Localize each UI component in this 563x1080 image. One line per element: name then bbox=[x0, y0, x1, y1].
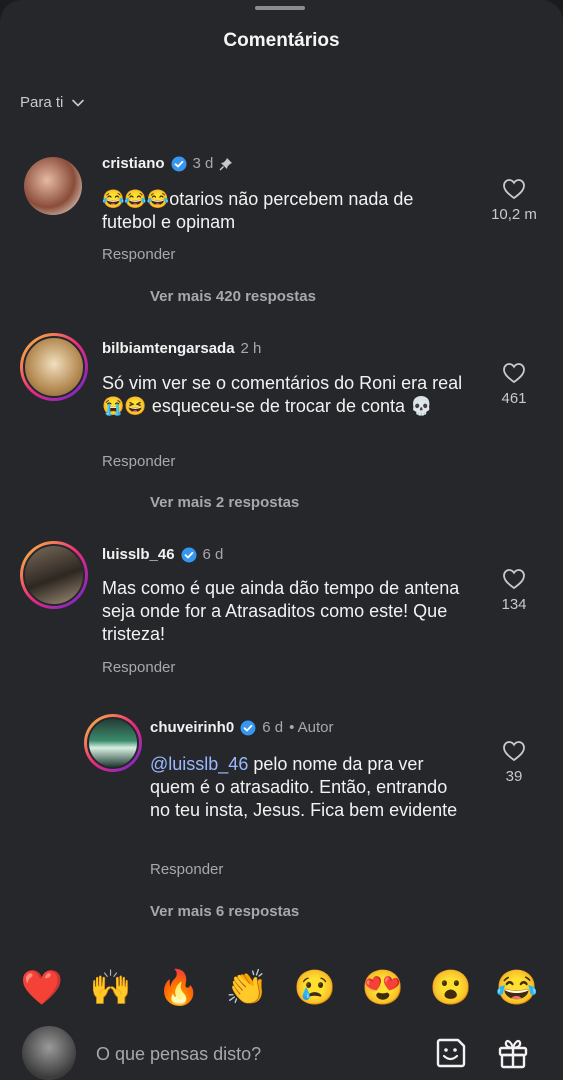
avatar[interactable] bbox=[20, 333, 88, 401]
avatar bbox=[22, 1026, 76, 1080]
emoji-reaction-bar: ❤️ 🙌 🔥 👏 😢 😍 😮 😂 bbox=[0, 966, 563, 1012]
sticker-icon[interactable] bbox=[432, 1034, 470, 1072]
emoji-raised-hands-button[interactable]: 🙌 bbox=[88, 966, 134, 1010]
view-more-replies-button[interactable]: Ver mais 420 respostas bbox=[150, 288, 316, 305]
comment-time: 3 d bbox=[192, 155, 214, 172]
comment-text: Só vim ver se o comentários do Roni era … bbox=[102, 373, 463, 416]
emoji-heart-button[interactable]: ❤️ bbox=[19, 966, 65, 1010]
view-more-replies-button[interactable]: Ver mais 6 respostas bbox=[150, 903, 299, 920]
comment-text: Mas como é que ainda dão tempo de antena… bbox=[102, 578, 460, 644]
comment-text: 😂😂😂otarios não percebem nada de futebol … bbox=[102, 189, 414, 232]
heart-icon bbox=[503, 741, 525, 762]
comment-text: @luisslb_46 pelo nome da pra ver quem é … bbox=[150, 754, 458, 820]
heart-icon bbox=[503, 569, 525, 590]
like-button[interactable]: 39 bbox=[484, 740, 544, 785]
emoji-crying-button[interactable]: 😢 bbox=[292, 966, 338, 1010]
reply-button[interactable]: Responder bbox=[102, 453, 175, 470]
mention-link[interactable]: @luisslb_46 bbox=[150, 754, 248, 774]
gift-icon[interactable] bbox=[494, 1034, 532, 1072]
comment-composer: O que pensas disto? bbox=[0, 1024, 563, 1080]
chevron-down-icon bbox=[72, 99, 85, 106]
emoji-surprised-button[interactable]: 😮 bbox=[428, 966, 474, 1010]
avatar[interactable] bbox=[20, 541, 88, 609]
like-button[interactable]: 134 bbox=[484, 568, 544, 613]
view-more-replies-button[interactable]: Ver mais 2 respostas bbox=[150, 494, 299, 511]
reply-button[interactable]: Responder bbox=[150, 861, 223, 878]
like-count: 461 bbox=[501, 390, 527, 407]
comment-time: 6 d bbox=[202, 546, 224, 563]
comment-time: 2 h bbox=[240, 340, 262, 357]
sort-filter-label: Para ti bbox=[20, 94, 64, 111]
avatar[interactable] bbox=[84, 714, 142, 772]
verified-badge-icon bbox=[240, 720, 256, 735]
drag-handle[interactable] bbox=[255, 6, 305, 10]
sort-filter-button[interactable]: Para ti bbox=[20, 94, 85, 111]
heart-icon bbox=[503, 179, 525, 200]
comment-time: 6 d bbox=[262, 719, 284, 736]
comment-input[interactable]: O que pensas disto? bbox=[96, 1044, 261, 1065]
comments-sheet: Comentários Para ti cristiano 3 d 😂😂😂ota… bbox=[0, 0, 563, 1080]
heart-icon bbox=[503, 363, 525, 384]
reply-button[interactable]: Responder bbox=[102, 659, 175, 676]
pin-icon bbox=[219, 157, 233, 170]
comment-username[interactable]: bilbiamtengarsada bbox=[102, 340, 235, 357]
comment-username[interactable]: chuveirinh0 bbox=[150, 719, 234, 736]
emoji-heart-eyes-button[interactable]: 😍 bbox=[360, 966, 406, 1010]
emoji-fire-button[interactable]: 🔥 bbox=[156, 966, 202, 1010]
author-badge: • Autor bbox=[289, 719, 334, 736]
like-count: 10,2 m bbox=[491, 206, 537, 223]
reply-button[interactable]: Responder bbox=[102, 246, 175, 263]
avatar[interactable] bbox=[24, 157, 82, 215]
like-button[interactable]: 10,2 m bbox=[484, 178, 544, 223]
page-title: Comentários bbox=[223, 30, 340, 51]
emoji-laughing-button[interactable]: 😂 bbox=[494, 966, 540, 1010]
like-button[interactable]: 461 bbox=[484, 362, 544, 407]
verified-badge-icon bbox=[181, 547, 197, 562]
like-count: 39 bbox=[505, 768, 523, 785]
like-count: 134 bbox=[501, 596, 527, 613]
comment-username[interactable]: luisslb_46 bbox=[102, 546, 175, 563]
emoji-clap-button[interactable]: 👏 bbox=[224, 966, 270, 1010]
comment-username[interactable]: cristiano bbox=[102, 155, 165, 172]
verified-badge-icon bbox=[171, 156, 187, 171]
